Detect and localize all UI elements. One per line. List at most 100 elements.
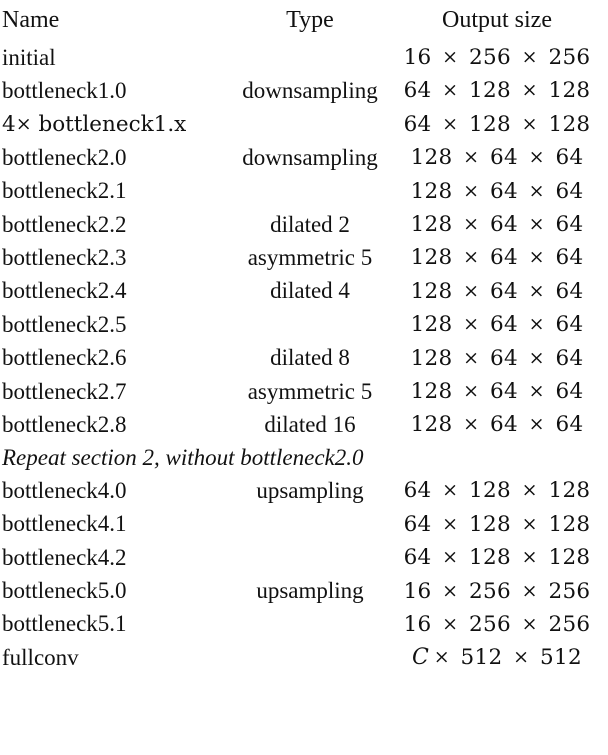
- times-symbol: ×: [528, 279, 545, 302]
- repeat-section-note: Repeat section 2, without bottleneck2.0: [2, 444, 364, 470]
- cell-type: [230, 308, 390, 341]
- times-symbol: ×: [442, 512, 459, 535]
- cell-type: [230, 641, 390, 674]
- cell-name: bottleneck5.1: [2, 611, 127, 637]
- table-row: bottleneck2.8 dilated 16 128 × 64 × 64: [2, 408, 604, 441]
- cell-name: fullconv: [2, 644, 79, 670]
- cell-name: bottleneck2.1: [2, 178, 127, 204]
- times-symbol: ×: [442, 612, 459, 635]
- table-row: bottleneck4.2 64 × 128 × 128: [2, 541, 604, 574]
- architecture-table-figure: Name Type Output size initial 16 × 256 ×…: [0, 1, 608, 755]
- column-header-type: Type: [286, 7, 334, 33]
- cell-type: [230, 108, 390, 141]
- times-symbol: ×: [528, 413, 545, 436]
- table-row: bottleneck2.1 128 × 64 × 64: [2, 175, 604, 208]
- cell-output: 128 × 64 × 64: [390, 275, 604, 308]
- cell-output: 128 × 64 × 64: [390, 342, 604, 375]
- times-symbol: ×: [528, 246, 545, 269]
- times-symbol: ×: [521, 579, 538, 602]
- cell-output: 128 × 64 × 64: [390, 175, 604, 208]
- cell-output: 128 × 64 × 64: [390, 208, 604, 241]
- output-size-value: C × 512 × 512: [412, 645, 582, 671]
- output-size-value: 128 × 64 × 64: [410, 312, 584, 338]
- table-header: Name Type Output size: [2, 1, 604, 41]
- times-symbol: ×: [433, 646, 450, 669]
- times-symbol: ×: [521, 479, 538, 502]
- table-row: bottleneck5.0 upsampling 16 × 256 × 256: [2, 575, 604, 608]
- output-size-value: 16 × 256 × 256: [403, 578, 591, 604]
- cell-name: bottleneck4.0: [2, 477, 127, 503]
- cell-type: asymmetric 5: [247, 378, 373, 404]
- cell-name: bottleneck2.7: [2, 378, 127, 404]
- cell-name: initial: [2, 44, 56, 70]
- cell-name: bottleneck4.2: [2, 544, 127, 570]
- times-symbol: ×: [15, 112, 32, 135]
- cell-type: [230, 175, 390, 208]
- table-row: bottleneck2.7 asymmetric 5 128 × 64 × 64: [2, 375, 604, 408]
- cell-name: bottleneck2.6: [2, 345, 127, 371]
- output-size-value: 128 × 64 × 64: [410, 212, 584, 238]
- times-symbol: ×: [442, 79, 459, 102]
- times-symbol: ×: [463, 246, 480, 269]
- table-row: initial 16 × 256 × 256: [2, 41, 604, 74]
- cell-name: 4× bottleneck1.x: [2, 108, 230, 141]
- cell-output: 64 × 128 × 128: [390, 74, 604, 107]
- table-header-row: Name Type Output size: [2, 1, 604, 41]
- times-symbol: ×: [463, 179, 480, 202]
- table-row: bottleneck2.0 downsampling 128 × 64 × 64: [2, 141, 604, 174]
- cell-name: bottleneck2.8: [2, 411, 127, 437]
- cell-type: upsampling: [256, 578, 364, 603]
- cell-type: [230, 41, 390, 74]
- cell-output: C × 512 × 512: [390, 641, 604, 674]
- output-size-value: 128 × 64 × 64: [410, 278, 584, 304]
- cell-name: bottleneck2.4: [2, 278, 127, 304]
- times-symbol: ×: [463, 380, 480, 403]
- times-symbol: ×: [521, 112, 538, 135]
- times-symbol: ×: [528, 313, 545, 336]
- output-size-value: 64 × 128 × 128: [403, 78, 591, 104]
- cell-type: downsampling: [242, 144, 378, 170]
- cell-type: dilated 2: [270, 211, 350, 237]
- cell-output: 64 × 128 × 128: [390, 474, 604, 507]
- cell-output: 64 × 128 × 128: [390, 508, 604, 541]
- cell-output: 64 × 128 × 128: [390, 541, 604, 574]
- cell-type: [230, 608, 390, 641]
- cell-output: 128 × 64 × 64: [390, 141, 604, 174]
- output-size-value: 64 × 128 × 128: [403, 545, 591, 571]
- times-symbol: ×: [442, 546, 459, 569]
- times-symbol: ×: [521, 79, 538, 102]
- output-size-value: 16 × 256 × 256: [403, 45, 591, 70]
- cell-name: bottleneck2.0: [2, 144, 127, 170]
- times-symbol: ×: [442, 46, 459, 68]
- cell-output: 128 × 64 × 64: [390, 308, 604, 341]
- times-symbol: ×: [463, 146, 480, 169]
- cell-output: 64 × 128 × 128: [390, 108, 604, 141]
- times-symbol: ×: [463, 213, 480, 236]
- times-symbol: ×: [521, 546, 538, 569]
- times-symbol: ×: [528, 346, 545, 369]
- cell-output: 128 × 64 × 64: [390, 375, 604, 408]
- table-row: bottleneck2.2 dilated 2 128 × 64 × 64: [2, 208, 604, 241]
- table-row: bottleneck1.0 downsampling 64 × 128 × 12…: [2, 74, 604, 107]
- times-symbol: ×: [463, 313, 480, 336]
- cell-name: bottleneck2.2: [2, 211, 127, 237]
- output-size-value: 128 × 64 × 64: [410, 379, 584, 405]
- times-symbol: ×: [442, 579, 459, 602]
- cell-name: bottleneck1.0: [2, 77, 127, 103]
- cell-output: 128 × 64 × 64: [390, 241, 604, 274]
- output-size-value: 128 × 64 × 64: [410, 345, 584, 371]
- times-symbol: ×: [463, 413, 480, 436]
- output-size-value: 16 × 256 × 256: [403, 611, 591, 637]
- cell-type: dilated 16: [264, 411, 356, 437]
- times-symbol: ×: [463, 279, 480, 302]
- architecture-table: Name Type Output size initial 16 × 256 ×…: [2, 1, 604, 675]
- times-symbol: ×: [528, 179, 545, 202]
- cell-name: bottleneck4.1: [2, 511, 127, 537]
- times-symbol: ×: [521, 612, 538, 635]
- output-size-value: 128 × 64 × 64: [410, 178, 584, 204]
- times-symbol: ×: [521, 512, 538, 535]
- cell-type: [230, 508, 390, 541]
- table-row: bottleneck5.1 16 × 256 × 256: [2, 608, 604, 641]
- cell-output: 16 × 256 × 256: [390, 608, 604, 641]
- table-row: bottleneck4.0 upsampling 64 × 128 × 128: [2, 474, 604, 507]
